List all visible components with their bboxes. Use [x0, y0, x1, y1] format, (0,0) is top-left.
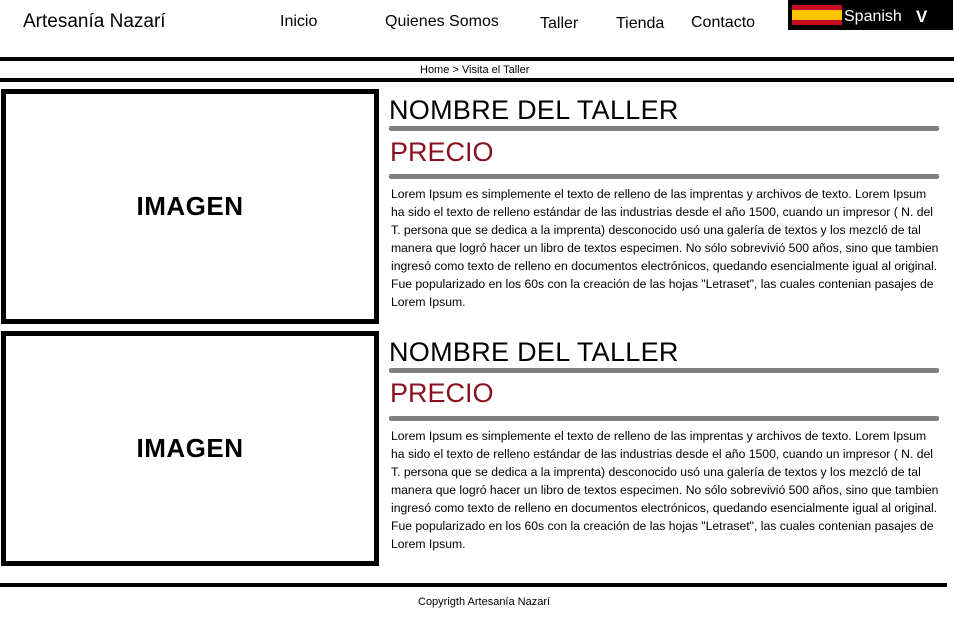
image-placeholder-label: IMAGEN [136, 433, 244, 463]
title-divider [389, 126, 939, 131]
footer-divider [0, 583, 947, 587]
breadcrumb: Home > Visita el Taller [420, 64, 529, 76]
spain-flag-icon [792, 5, 842, 25]
language-selector[interactable]: Spanish V [788, 0, 953, 30]
language-label: Spanish [844, 8, 902, 25]
breadcrumb-current: Visita el Taller [461, 64, 530, 76]
breadcrumb-home[interactable]: Home [420, 64, 449, 76]
chevron-down-icon[interactable]: V [916, 7, 927, 27]
nav-inicio[interactable]: Inicio [280, 13, 317, 31]
workshop-title: NOMBRE DEL TALLER [389, 95, 679, 125]
header-divider [0, 57, 954, 61]
brand-logo[interactable]: Artesanía Nazarí [23, 11, 166, 33]
workshop-title: NOMBRE DEL TALLER [389, 337, 679, 367]
workshop-price: PRECIO [390, 137, 494, 167]
nav-contacto[interactable]: Contacto [691, 14, 755, 32]
workshop-price: PRECIO [390, 378, 494, 408]
breadcrumb-divider [0, 78, 954, 82]
title-divider [389, 368, 939, 373]
footer-copyright: Copyrigth Artesanía Nazarí [418, 596, 551, 608]
nav-quienes-somos[interactable]: Quienes Somos [385, 13, 499, 31]
price-divider [389, 174, 939, 179]
breadcrumb-separator: > [452, 64, 459, 76]
nav-taller[interactable]: Taller [540, 15, 578, 33]
workshop-description: Lorem Ipsum es simplemente el texto de r… [391, 429, 939, 551]
price-divider [389, 416, 939, 421]
workshop-image-placeholder: IMAGEN [1, 331, 379, 566]
image-placeholder-label: IMAGEN [136, 191, 244, 221]
nav-tienda[interactable]: Tienda [616, 15, 664, 33]
workshop-image-placeholder: IMAGEN [1, 89, 379, 324]
workshop-description: Lorem Ipsum es simplemente el texto de r… [391, 187, 939, 309]
